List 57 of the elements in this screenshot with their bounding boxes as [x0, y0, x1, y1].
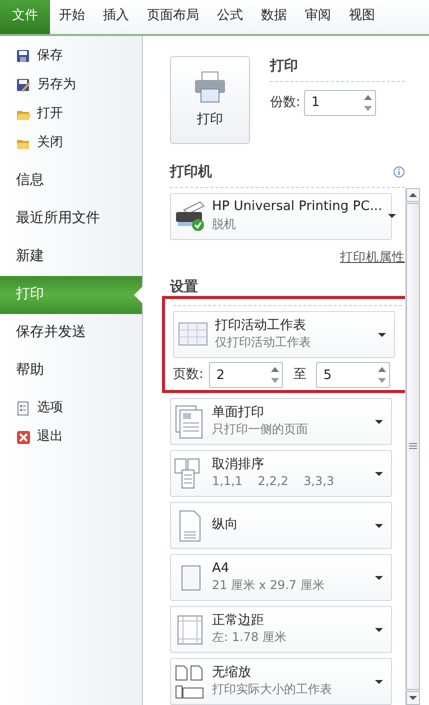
ribbon-tab[interactable]: 审阅	[296, 0, 340, 34]
ribbon-tab[interactable]: 数据	[252, 0, 296, 34]
sidebar-item[interactable]: 选项	[0, 394, 142, 422]
settings-dropdown[interactable]: 无缩放 打印实际大小的工作表	[170, 658, 392, 705]
sidebar-item[interactable]: 最近所用文件	[0, 200, 142, 238]
printer-properties-link[interactable]: 打印机属性	[340, 248, 405, 264]
to-label: 至	[293, 366, 306, 384]
caret-icon	[375, 628, 383, 632]
sidebar-item[interactable]: 另存为	[0, 70, 142, 100]
settings-dropdown[interactable]: 单面打印 只打印一侧的页面	[170, 398, 392, 445]
exit-icon	[16, 430, 31, 444]
settings-dropdown[interactable]: 取消排序 1,1,1 2,2,2 3,3,3	[170, 450, 392, 497]
save-icon	[16, 48, 31, 64]
copies-label: 份数:	[270, 94, 300, 112]
grip-icon	[409, 443, 417, 450]
caret-icon	[375, 576, 383, 580]
sidebar-item[interactable]: 打开	[0, 100, 142, 128]
sidebar-item[interactable]: 保存并发送	[0, 314, 142, 352]
ribbon-tab[interactable]: 开始	[50, 0, 94, 34]
options-icon	[16, 400, 31, 416]
save-as-icon	[16, 78, 31, 92]
scroll-thumb[interactable]	[406, 202, 420, 690]
section-heading: 设置	[170, 279, 198, 295]
settings-dropdown[interactable]: 纵向	[170, 502, 392, 549]
pages-label: 页数:	[173, 366, 204, 384]
settings-dropdown[interactable]: A4 21 厘米 x 29.7 厘米	[170, 554, 392, 601]
section-heading: 打印	[270, 56, 405, 82]
print-scope-dropdown[interactable]: 打印活动工作表 仅打印活动工作表	[173, 311, 395, 358]
caret-icon	[378, 332, 386, 336]
scale-icon	[174, 664, 206, 700]
page-to-field[interactable]: 5	[316, 362, 390, 388]
sidebar-item[interactable]: 保存	[0, 42, 142, 70]
sidebar-item[interactable]: 关闭	[0, 128, 142, 158]
ribbon-tab[interactable]: 页面布局	[138, 0, 208, 34]
page-from-field[interactable]: 2	[209, 362, 284, 388]
spin-arrows-icon	[364, 94, 372, 112]
sidebar-item[interactable]: 帮助	[0, 352, 142, 390]
caret-icon	[375, 420, 383, 424]
caret-icon	[375, 524, 383, 528]
section-heading: 打印机	[170, 162, 212, 182]
sidebar-item[interactable]: 信息	[0, 162, 142, 200]
caret-icon	[375, 680, 383, 684]
caret-icon	[375, 472, 383, 476]
settings-dropdown[interactable]: 正常边距 左: 1.78 厘米	[170, 606, 392, 653]
spin-arrows-icon	[271, 366, 280, 384]
ribbon-tab[interactable]: 视图	[340, 0, 384, 34]
ribbon-tab[interactable]: 插入	[94, 0, 138, 34]
copies-field[interactable]: 1	[304, 90, 376, 116]
sidebar-item[interactable]: 新建	[0, 238, 142, 276]
sidebar-item[interactable]: 退出	[0, 422, 142, 452]
printer-icon	[193, 70, 227, 104]
caret-icon	[388, 214, 396, 218]
print-button[interactable]: 打印	[170, 56, 250, 144]
info-icon	[393, 166, 405, 178]
ribbon-tab[interactable]: 公式	[208, 0, 252, 34]
spin-arrows-icon	[378, 366, 386, 384]
ribbon-tab[interactable]: 文件	[0, 0, 50, 34]
